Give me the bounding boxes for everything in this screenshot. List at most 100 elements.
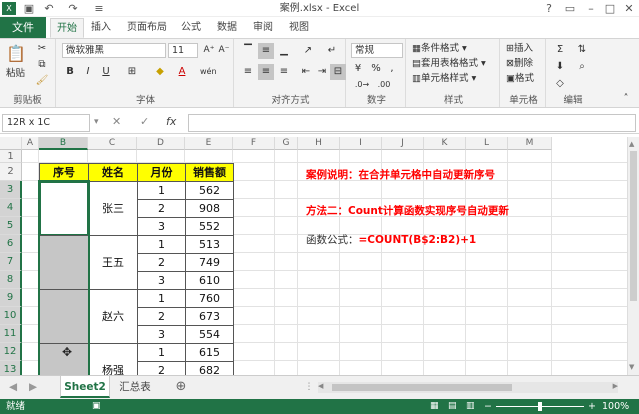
- merge-center-icon[interactable]: ⊟: [330, 64, 346, 80]
- merged-serial-cell[interactable]: [39, 235, 89, 290]
- bold-icon[interactable]: B: [62, 64, 78, 80]
- row-header-6[interactable]: 6: [0, 235, 22, 253]
- header-cell[interactable]: 销售额: [185, 163, 234, 182]
- horizontal-scrollbar[interactable]: ◀ ▶: [318, 382, 618, 393]
- grow-font-icon[interactable]: A⁺: [201, 42, 217, 58]
- cut-icon[interactable]: ✂: [34, 41, 50, 57]
- wrap-text-icon[interactable]: ↵: [324, 43, 340, 59]
- header-cell[interactable]: 月份: [137, 163, 186, 182]
- fill-color-icon[interactable]: ◆: [152, 64, 168, 80]
- align-right-icon[interactable]: ≡: [276, 64, 292, 80]
- row-header-3[interactable]: 3: [0, 181, 22, 199]
- scroll-left-icon[interactable]: ◀: [318, 382, 323, 390]
- month-cell[interactable]: 2: [137, 361, 186, 375]
- tab-formulas[interactable]: 公式: [176, 18, 206, 38]
- scroll-right-icon[interactable]: ▶: [613, 382, 618, 390]
- column-header-c[interactable]: C: [88, 137, 137, 150]
- close-button[interactable]: ✕: [620, 0, 638, 17]
- header-cell[interactable]: 姓名: [88, 163, 138, 182]
- select-all-corner[interactable]: [0, 137, 22, 150]
- prev-sheet-icon[interactable]: ◀: [6, 376, 20, 398]
- decrease-indent-icon[interactable]: ⇤: [298, 64, 314, 80]
- tab-home[interactable]: 开始: [50, 18, 84, 38]
- new-sheet-icon[interactable]: ⊕: [172, 376, 190, 398]
- maximize-button[interactable]: □: [601, 0, 619, 17]
- align-top-icon[interactable]: ▔: [240, 43, 256, 59]
- next-sheet-icon[interactable]: ▶: [26, 376, 40, 398]
- macro-record-icon[interactable]: ▣: [92, 399, 101, 414]
- column-header-k[interactable]: K: [424, 137, 466, 150]
- insert-function-button[interactable]: fx: [166, 115, 176, 128]
- sales-cell[interactable]: 513: [185, 235, 234, 254]
- paste-button[interactable]: 粘贴: [6, 67, 25, 81]
- tab-view[interactable]: 视图: [284, 18, 314, 38]
- tab-insert[interactable]: 插入: [86, 18, 116, 38]
- comma-style-button[interactable]: ,: [384, 61, 400, 77]
- month-cell[interactable]: 1: [137, 289, 186, 308]
- column-header-b[interactable]: B: [39, 137, 88, 150]
- conditional-formatting-button[interactable]: ▦条件格式 ▾: [412, 42, 467, 56]
- column-header-h[interactable]: H: [298, 137, 340, 150]
- sales-cell[interactable]: 682: [185, 361, 234, 375]
- sales-cell[interactable]: 552: [185, 217, 234, 236]
- month-cell[interactable]: 2: [137, 307, 186, 326]
- enter-icon[interactable]: ✓: [140, 115, 149, 128]
- tab-data[interactable]: 数据: [212, 18, 242, 38]
- tab-page-layout[interactable]: 页面布局: [122, 18, 172, 38]
- sheet-tab-summary[interactable]: 汇总表: [112, 376, 158, 398]
- month-cell[interactable]: 3: [137, 325, 186, 344]
- collapse-ribbon-icon[interactable]: ˄: [618, 91, 634, 107]
- autosum-icon[interactable]: Σ: [552, 42, 568, 58]
- align-middle-icon[interactable]: ≡: [258, 43, 274, 59]
- worksheet-grid[interactable]: ABCDEFGHIJKLM 1234567891011121314 序号姓名月份…: [0, 137, 627, 375]
- insert-cells-button[interactable]: ⊞插入: [506, 42, 533, 56]
- column-header-j[interactable]: J: [382, 137, 424, 150]
- font-size-select[interactable]: 11: [168, 43, 198, 58]
- zoom-slider-thumb[interactable]: [538, 402, 542, 411]
- sales-cell[interactable]: 610: [185, 271, 234, 290]
- percent-style-button[interactable]: %: [368, 61, 384, 77]
- scroll-up-icon[interactable]: ▲: [629, 140, 634, 148]
- month-cell[interactable]: 1: [137, 235, 186, 254]
- page-layout-view-icon[interactable]: ▤: [448, 399, 457, 414]
- name-cell[interactable]: 杨强: [88, 343, 138, 375]
- column-header-d[interactable]: D: [137, 137, 185, 150]
- sales-cell[interactable]: 673: [185, 307, 234, 326]
- row-header-9[interactable]: 9: [0, 289, 22, 307]
- underline-icon[interactable]: U: [98, 64, 114, 80]
- column-header-g[interactable]: G: [275, 137, 298, 150]
- tab-file[interactable]: 文件: [0, 17, 46, 38]
- paste-icon[interactable]: 📋: [6, 43, 26, 65]
- sales-cell[interactable]: 562: [185, 181, 234, 200]
- vertical-scrollbar[interactable]: ▲ ▼: [627, 137, 639, 375]
- sales-cell[interactable]: 554: [185, 325, 234, 344]
- header-cell[interactable]: 序号: [39, 163, 89, 182]
- horizontal-scroll-thumb[interactable]: [332, 384, 512, 391]
- column-header-l[interactable]: L: [466, 137, 508, 150]
- normal-view-icon[interactable]: ▦: [430, 399, 439, 414]
- clear-icon[interactable]: ◇: [552, 76, 568, 92]
- row-header-1[interactable]: 1: [0, 150, 22, 163]
- row-header-13[interactable]: 13: [0, 361, 22, 375]
- align-center-icon[interactable]: ≡: [258, 64, 274, 80]
- page-break-view-icon[interactable]: ▥: [466, 399, 475, 414]
- fill-icon[interactable]: ⬇: [552, 59, 568, 75]
- italic-icon[interactable]: I: [80, 64, 96, 80]
- row-header-7[interactable]: 7: [0, 253, 22, 271]
- row-header-8[interactable]: 8: [0, 271, 22, 289]
- format-as-table-button[interactable]: ▤套用表格格式 ▾: [412, 57, 486, 71]
- accounting-format-icon[interactable]: ¥: [350, 61, 366, 77]
- tab-review[interactable]: 审阅: [248, 18, 278, 38]
- phonetic-icon[interactable]: wén: [200, 64, 217, 80]
- name-cell[interactable]: 王五: [88, 235, 138, 290]
- orientation-icon[interactable]: ↗: [300, 43, 316, 59]
- row-header-4[interactable]: 4: [0, 199, 22, 217]
- scroll-down-icon[interactable]: ▼: [629, 363, 634, 371]
- row-header-5[interactable]: 5: [0, 217, 22, 235]
- sheet-tab-sheet2[interactable]: Sheet2: [60, 376, 110, 398]
- formula-input[interactable]: [188, 114, 636, 132]
- border-icon[interactable]: ⊞: [124, 64, 140, 80]
- name-cell[interactable]: 赵六: [88, 289, 138, 344]
- align-bottom-icon[interactable]: ▁: [276, 43, 292, 59]
- sales-cell[interactable]: 749: [185, 253, 234, 272]
